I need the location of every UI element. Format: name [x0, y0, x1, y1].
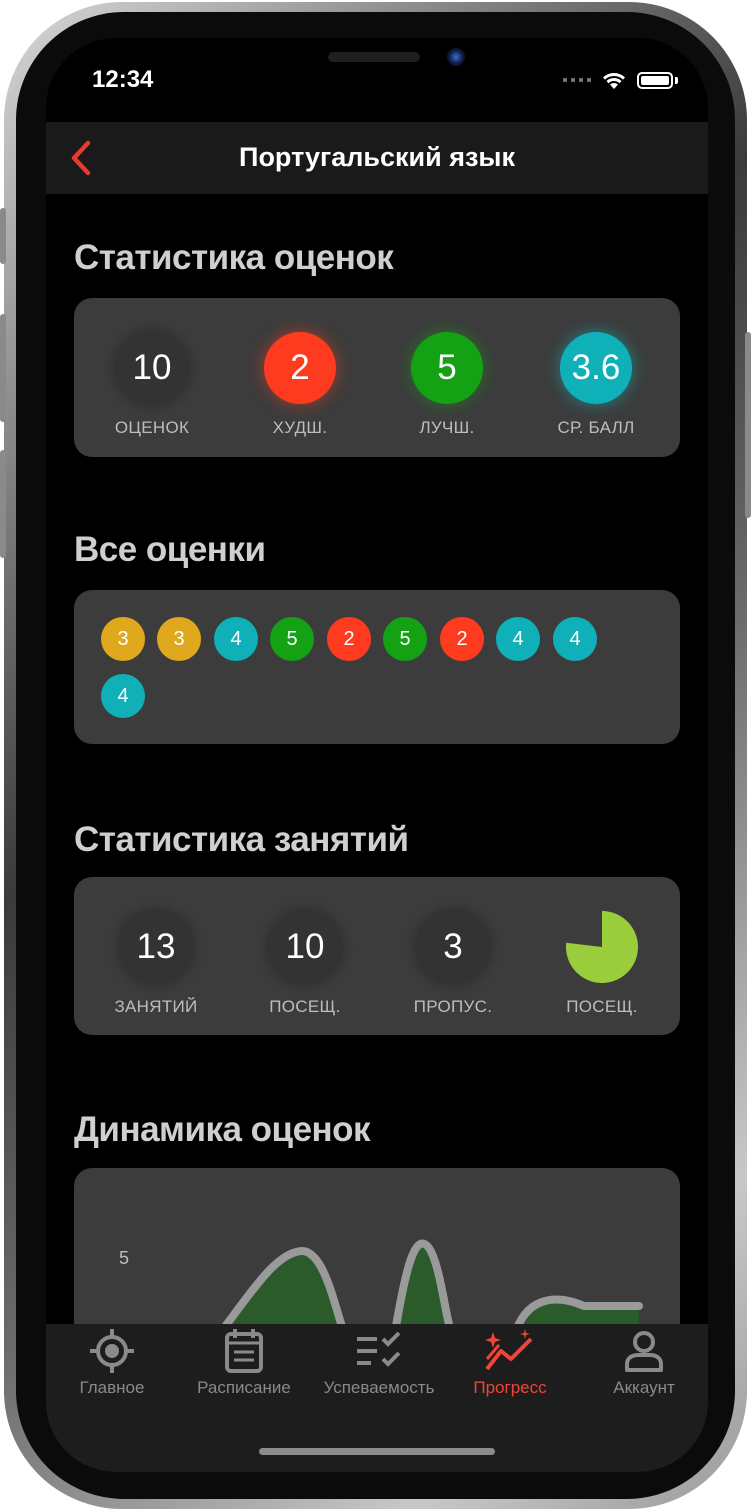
grade-chip: 4 — [496, 617, 540, 661]
tab-account[interactable]: Аккаунт — [596, 1324, 692, 1414]
tab-home[interactable]: Главное — [60, 1324, 164, 1414]
tab-schedule[interactable]: Расписание — [188, 1324, 300, 1414]
lesson-stats-title: Статистика занятий — [74, 820, 409, 859]
stat-label: ПОСЕЩ. — [269, 997, 341, 1016]
grade-chip: 5 — [383, 617, 427, 661]
page-title: Португальский язык — [239, 142, 515, 172]
screen: 12:34 Португальский язык Статистика оцен… — [46, 38, 708, 1472]
stat-label: ХУДШ. — [272, 418, 328, 437]
home-indicator[interactable] — [259, 1448, 495, 1455]
grade-chip: 4 — [553, 617, 597, 661]
tab-label: Успеваемость — [323, 1378, 435, 1397]
stat-label: ОЦЕНОК — [114, 418, 190, 437]
stat-circle: 10 — [116, 332, 188, 404]
attendance-pie-chart — [566, 911, 639, 983]
volume-up-button — [0, 314, 6, 422]
cellular-signal-icon — [563, 78, 591, 82]
stat-value: 2 — [290, 348, 310, 387]
stat-circle: 10 — [269, 911, 341, 983]
lesson-stats-card: 13 ЗАНЯТИЙ 10 ПОСЕЩ. 3 ПРОПУС. ПОСЕЩ. — [74, 877, 680, 1035]
battery-icon — [637, 71, 673, 89]
stat-value: 3.6 — [571, 348, 621, 387]
tab-label: Прогресс — [473, 1378, 547, 1397]
grade-chip: 2 — [440, 617, 484, 661]
tab-label: Главное — [79, 1378, 145, 1397]
wifi-icon — [603, 73, 625, 89]
user-icon — [596, 1324, 692, 1378]
stat-circle: 3 — [417, 911, 489, 983]
stat-worst-grade: 2 ХУДШ. — [230, 332, 370, 438]
grade-stats-title: Статистика оценок — [74, 238, 394, 277]
target-icon — [60, 1324, 164, 1378]
grade-chip: 2 — [327, 617, 371, 661]
stat-circle: 3.6 — [560, 332, 632, 404]
grade-chip: 3 — [157, 617, 201, 661]
status-icons — [563, 70, 678, 90]
grade-chip: 4 — [214, 617, 258, 661]
stat-label: ЛУЧШ. — [419, 418, 475, 437]
speaker — [328, 52, 420, 62]
volume-down-button — [0, 450, 6, 558]
grade-chip: 5 — [270, 617, 314, 661]
stat-attendance-pie: ПОСЕЩ. — [532, 911, 672, 1017]
progress-chart-icon — [458, 1324, 562, 1378]
calendar-icon — [188, 1324, 300, 1378]
stat-circle: 5 — [411, 332, 483, 404]
dynamics-title: Динамика оценок — [74, 1110, 371, 1149]
tab-bar: Главное Расписание Успеваемость Прогресс… — [46, 1324, 708, 1472]
stat-lessons-attended: 10 ПОСЕЩ. — [235, 911, 375, 1017]
stat-circle: 2 — [264, 332, 336, 404]
stat-best-grade: 5 ЛУЧШ. — [377, 332, 517, 438]
stat-value: 10 — [285, 927, 325, 966]
all-grades-card: 3 3 4 5 2 5 2 4 4 4 — [74, 590, 680, 744]
tab-progress[interactable]: Прогресс — [458, 1324, 562, 1414]
tab-label: Расписание — [197, 1378, 291, 1397]
tab-label: Аккаунт — [613, 1378, 675, 1397]
notch — [193, 38, 561, 92]
stat-label: СР. БАЛЛ — [557, 418, 635, 437]
stat-average-grade: 3.6 СР. БАЛЛ — [526, 332, 666, 438]
stat-grades-count: 10 ОЦЕНОК — [82, 332, 222, 438]
stat-value: 13 — [136, 927, 176, 966]
stat-value: 5 — [437, 348, 457, 387]
stat-label: ПОСЕЩ. — [566, 997, 638, 1016]
front-camera — [447, 48, 465, 66]
stat-lessons-total: 13 ЗАНЯТИЙ — [86, 911, 226, 1017]
checklist-icon — [314, 1324, 444, 1378]
stat-label: ПРОПУС. — [413, 997, 493, 1016]
stat-label: ЗАНЯТИЙ — [114, 997, 198, 1016]
status-time: 12:34 — [92, 66, 154, 93]
grade-chip: 4 — [101, 674, 145, 718]
mute-switch — [0, 208, 6, 264]
grade-stats-card: 10 ОЦЕНОК 2 ХУДШ. 5 ЛУЧШ. 3.6 СР. БАЛЛ — [74, 298, 680, 457]
grade-chip: 3 — [101, 617, 145, 661]
all-grades-title: Все оценки — [74, 530, 266, 569]
stat-lessons-missed: 3 ПРОПУС. — [383, 911, 523, 1017]
attendance-pie-svg — [566, 911, 639, 983]
stat-circle: 13 — [120, 911, 192, 983]
stat-value: 3 — [443, 927, 463, 966]
battery-tip — [675, 76, 678, 84]
power-button — [745, 332, 751, 518]
nav-header: Португальский язык — [46, 122, 708, 194]
stat-value: 10 — [132, 348, 172, 387]
tab-performance[interactable]: Успеваемость — [314, 1324, 444, 1414]
